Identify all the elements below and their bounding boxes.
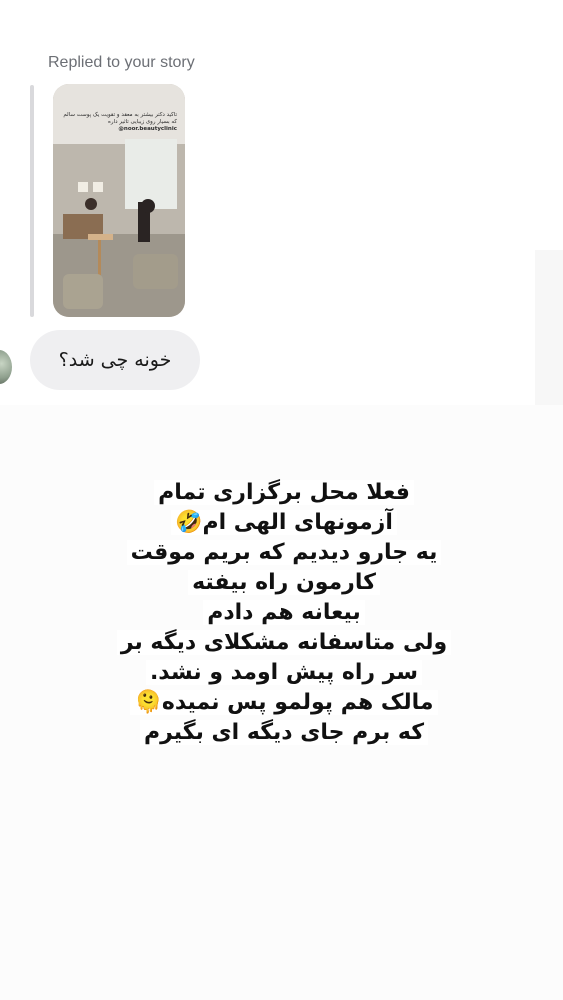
story-text-line: آزمونهای الهی ام🤣	[100, 508, 468, 538]
story-text-line-1: فعلا محل برگزاری تمام	[154, 480, 414, 505]
story-text-line: ولی متاسفانه مشکلای دیگه بر	[100, 628, 468, 658]
story-caption-text: تاکید دکتر بیشتر به معقد و تقویت یک پوست…	[63, 112, 177, 125]
story-handle: @noor.beautyclinic	[118, 126, 177, 132]
story-text-line: که برم جای دیگه ای بگیرم	[100, 718, 468, 748]
story-text-line-9: که برم جای دیگه ای بگیرم	[139, 720, 429, 745]
story-text-line-5: بیعانه هم دادم	[203, 600, 365, 625]
chat-thread: Replied to your story تاکید دکتر بیشتر ب…	[0, 0, 563, 405]
story-thumbnail[interactable]: تاکید دکتر بیشتر به معقد و تقویت یک پوست…	[53, 84, 185, 317]
story-text-line: یه جارو دیدیم که بریم موقت	[100, 538, 468, 568]
message-text: خونه چی شد؟	[58, 349, 172, 371]
story-text-line-3: یه جارو دیدیم که بریم موقت	[126, 540, 442, 565]
story-text-line: بیعانه هم دادم	[100, 598, 468, 628]
message-bubble[interactable]: خونه چی شد؟	[30, 330, 200, 390]
story-text-line-8: مالک هم پولمو پس نمیده🫠	[130, 690, 438, 715]
story-text-line-6: ولی متاسفانه مشکلای دیگه بر	[116, 630, 452, 655]
story-text-line-2: آزمونهای الهی ام🤣	[171, 510, 397, 535]
sender-avatar[interactable]	[0, 350, 12, 384]
reply-indicator-bar	[30, 85, 34, 317]
story-text-line: کارمون راه بیفته	[100, 568, 468, 598]
story-text-line-4: کارمون راه بیفته	[188, 570, 380, 595]
story-text-line-7: سر راه پیش اومد و نشد.	[145, 660, 423, 685]
story-caption: تاکید دکتر بیشتر به معقد و تقویت یک پوست…	[61, 112, 177, 133]
replied-to-story-label: Replied to your story	[48, 54, 195, 71]
story-text-line: سر راه پیش اومد و نشد.	[100, 658, 468, 688]
story-text-line: مالک هم پولمو پس نمیده🫠	[100, 688, 468, 718]
side-shade	[535, 250, 563, 405]
story-text-line: فعلا محل برگزاری تمام	[100, 478, 468, 508]
story-text-block: فعلا محل برگزاری تمام آزمونهای الهی ام🤣 …	[100, 478, 468, 748]
